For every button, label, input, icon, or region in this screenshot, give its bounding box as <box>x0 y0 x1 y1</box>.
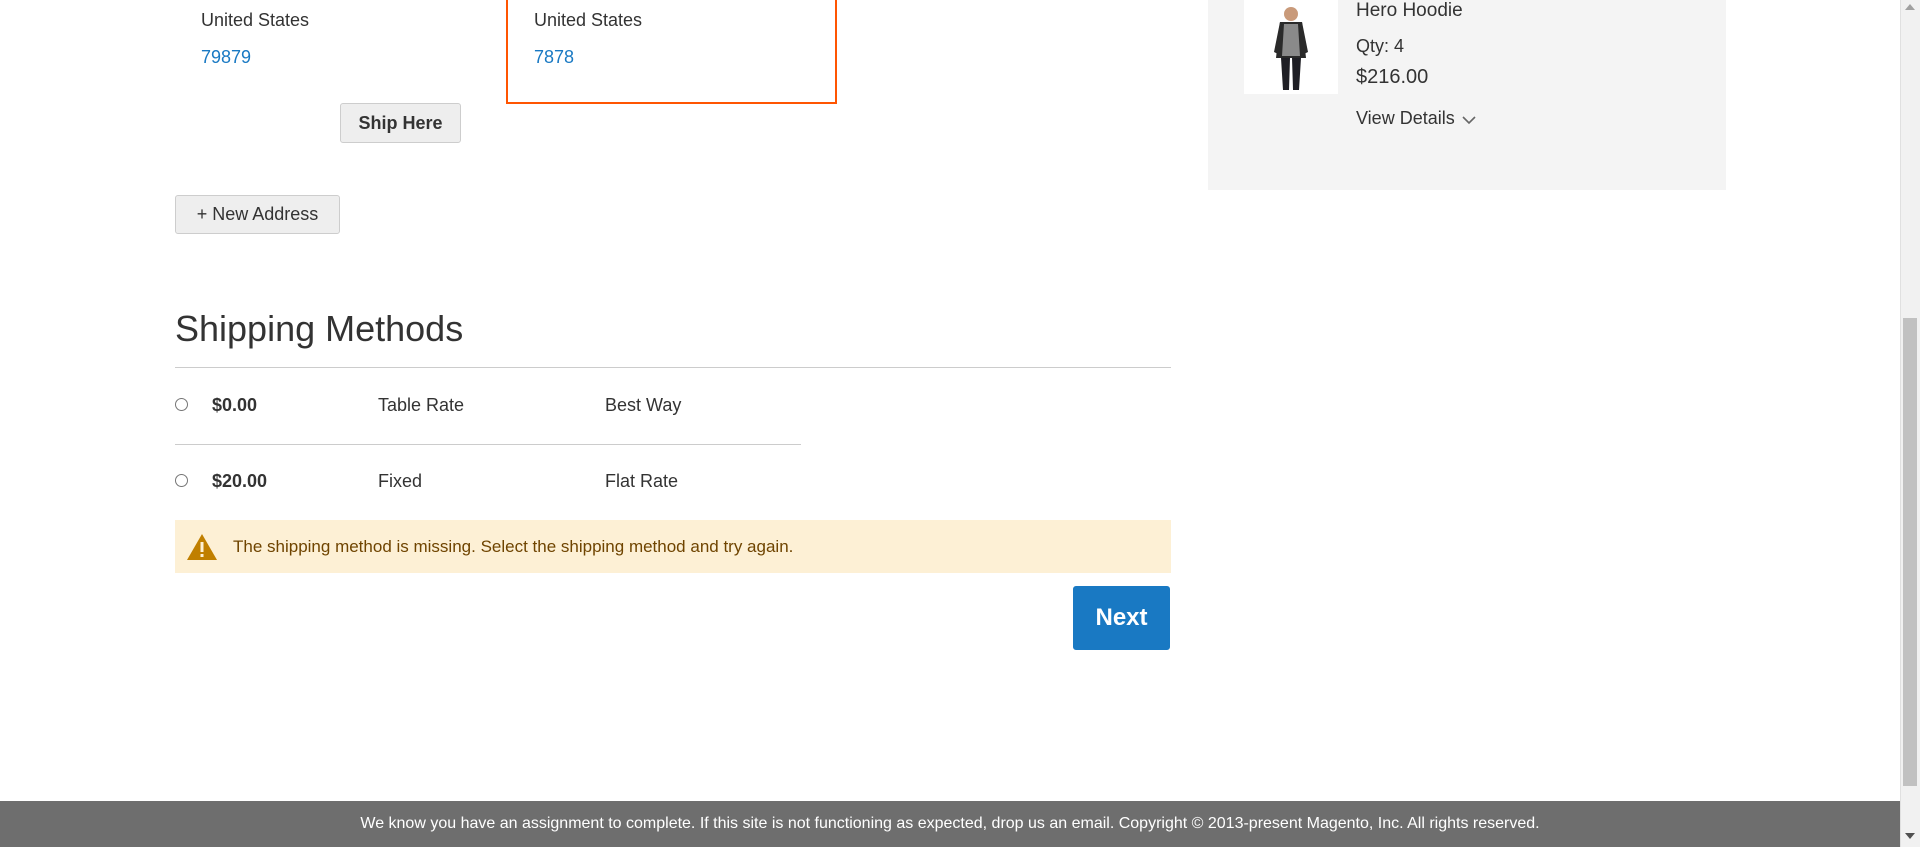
vertical-scrollbar[interactable] <box>1900 0 1920 847</box>
view-details-label: View Details <box>1356 108 1455 128</box>
address-phone-link[interactable]: 79879 <box>201 47 309 68</box>
scroll-up-arrow-icon[interactable] <box>1905 4 1915 10</box>
scrollbar-thumb[interactable] <box>1903 318 1917 786</box>
shipping-carrier: Flat Rate <box>605 471 679 491</box>
order-summary: Hero Hoodie Qty: 4 $216.00 View Details <box>1208 0 1726 190</box>
address-phone-link[interactable]: 7878 <box>534 47 642 68</box>
shipping-method-radio[interactable] <box>175 474 188 487</box>
shipping-method-row[interactable]: $0.00 Table Rate Best Way <box>175 395 805 458</box>
product-price: $216.00 <box>1356 66 1429 88</box>
chevron-down-icon <box>1462 115 1476 124</box>
shipping-carrier: Best Way <box>605 395 682 415</box>
hoodie-figure-icon <box>1244 0 1338 94</box>
shipping-method-radio[interactable] <box>175 398 188 411</box>
product-image <box>1244 0 1338 94</box>
product-qty: Qty: 4 <box>1356 36 1405 56</box>
warning-text: The shipping method is missing. Select t… <box>233 536 794 556</box>
view-details-toggle[interactable]: View Details <box>1356 108 1476 129</box>
shipping-warning-message: The shipping method is missing. Select t… <box>175 520 1171 573</box>
address-country: United States <box>534 10 643 30</box>
scroll-down-arrow-icon[interactable] <box>1905 833 1915 839</box>
shipping-method-name: Fixed <box>378 471 423 491</box>
warning-icon <box>187 533 217 560</box>
product-name: Hero Hoodie <box>1356 0 1463 21</box>
shipping-price: $0.00 <box>212 395 258 415</box>
footer: We know you have an assignment to comple… <box>0 801 1900 847</box>
footer-text: We know you have an assignment to comple… <box>360 815 1540 832</box>
shipping-price: $20.00 <box>212 471 268 491</box>
shipping-methods-title: Shipping Methods <box>175 308 464 349</box>
address-card-1: United States 79879 <box>201 10 309 68</box>
divider <box>175 444 801 445</box>
address-card-2: United States 7878 <box>534 10 642 68</box>
new-address-button[interactable]: + New Address <box>175 195 340 234</box>
ship-here-button[interactable]: Ship Here <box>340 103 461 143</box>
next-button[interactable]: Next <box>1073 586 1170 650</box>
address-country: United States <box>201 10 310 30</box>
divider <box>175 367 1171 368</box>
shipping-method-name: Table Rate <box>378 395 465 415</box>
